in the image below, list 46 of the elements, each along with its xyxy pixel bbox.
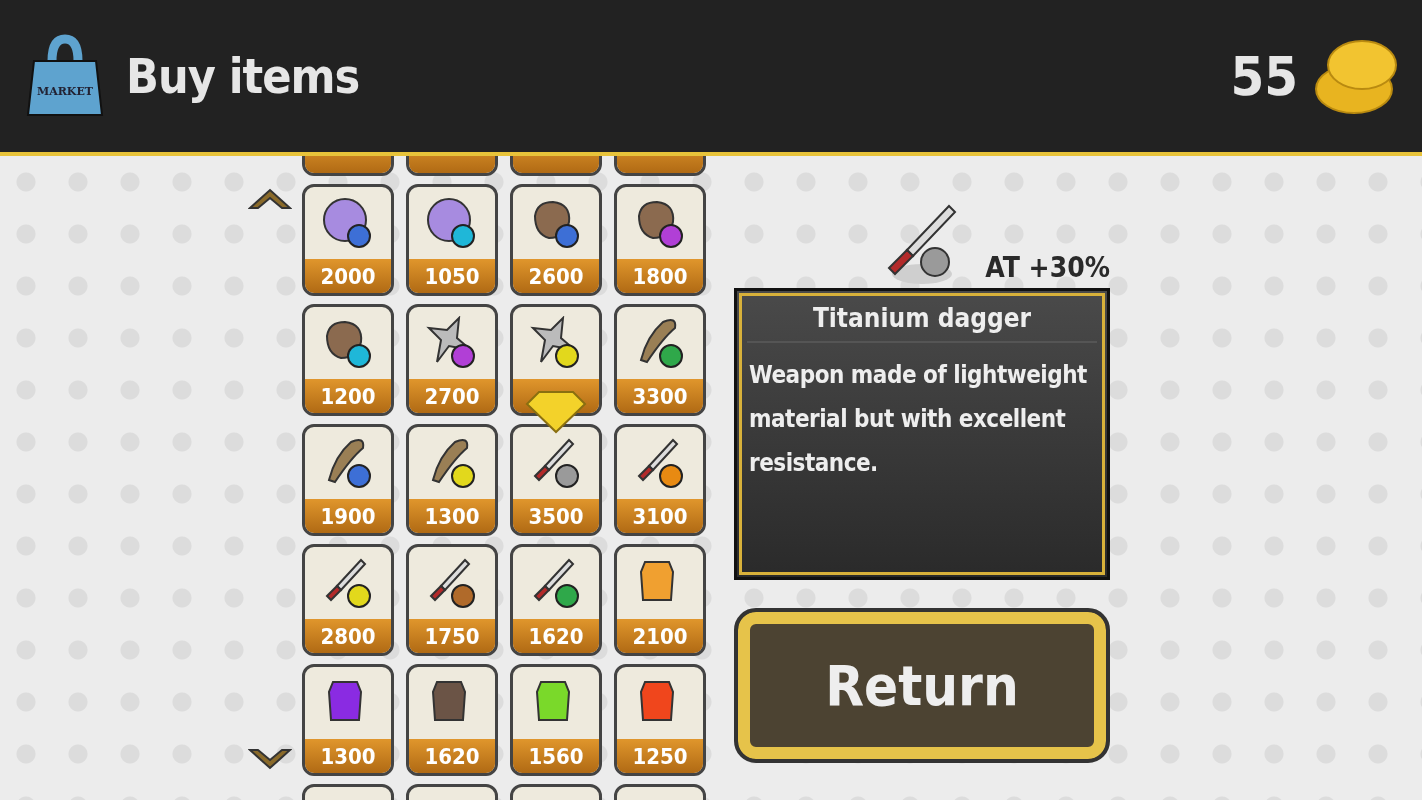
item-tile[interactable]: 3100: [614, 424, 706, 536]
coin-count: 55: [1230, 44, 1298, 108]
item-description: Weapon made of lightweight material but with excellent resistance.: [748, 360, 1088, 479]
item-price: 3500: [528, 503, 584, 529]
item-tile[interactable]: 1300: [406, 424, 498, 536]
item-price: 1300: [320, 743, 376, 769]
item-price: 2800: [320, 623, 376, 649]
item-price: 3100: [632, 503, 688, 529]
item-tile[interactable]: 1050: [406, 184, 498, 296]
item-tile[interactable]: 1200: [302, 304, 394, 416]
item-tile[interactable]: 1620: [406, 664, 498, 776]
item-price: 1300: [424, 503, 480, 529]
item-tile[interactable]: 1620: [510, 544, 602, 656]
item-tile[interactable]: 2700: [406, 304, 498, 416]
item-tile[interactable]: 1300: [302, 664, 394, 776]
item-tile[interactable]: 1750: [406, 544, 498, 656]
item-price: 2700: [424, 383, 480, 409]
item-price: 1800: [632, 263, 688, 289]
item-tile[interactable]: 1560: [510, 664, 602, 776]
item-price: 2000: [320, 263, 376, 289]
stat-bonus: AT +30%: [985, 251, 1110, 284]
item-price: 1050: [424, 263, 480, 289]
scroll-down-icon[interactable]: [248, 748, 292, 772]
item-price: 3300: [632, 383, 688, 409]
item-tile[interactable]: 3500: [510, 424, 602, 536]
return-button[interactable]: Return: [734, 608, 1110, 763]
item-price: 1620: [528, 623, 584, 649]
scroll-up-icon[interactable]: [248, 186, 292, 210]
item-price: 1200: [320, 383, 376, 409]
item-price: 2100: [632, 623, 688, 649]
item-tile[interactable]: 1250: [614, 664, 706, 776]
item-tile[interactable]: 3300: [614, 304, 706, 416]
item-tile[interactable]: 1900: [302, 424, 394, 536]
item-tile[interactable]: 2100: [614, 544, 706, 656]
item-tile[interactable]: 1800: [614, 184, 706, 296]
item-price: 1560: [528, 743, 584, 769]
item-price: 1620: [424, 743, 480, 769]
item-tile[interactable]: 2600: [510, 184, 602, 296]
item-tile[interactable]: 2000: [302, 184, 394, 296]
item-price: 1900: [320, 503, 376, 529]
page-title: Buy items: [126, 48, 361, 104]
item-name: Titanium dagger: [747, 291, 1097, 343]
item-price: 1750: [424, 623, 480, 649]
item-tile[interactable]: 2800: [302, 544, 394, 656]
item-price: 2600: [528, 263, 584, 289]
item-price: 1250: [632, 743, 688, 769]
